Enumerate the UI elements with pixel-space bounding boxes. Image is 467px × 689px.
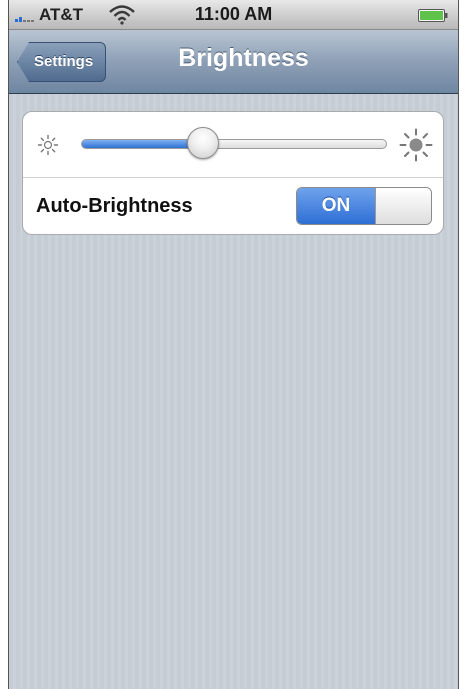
sun-small-icon [37,134,59,156]
toggle-on-label: ON [297,188,375,224]
sun-large-icon [399,128,433,162]
page-title: Brightness [178,44,309,72]
toggle-knob[interactable] [375,188,431,224]
content-area: Auto-Brightness ON [9,94,458,689]
status-bar: AT&T 11:00 AM [9,0,458,30]
status-time: 11:00 AM [194,4,273,24]
navigation-bar: Settings Brightness [9,30,458,94]
brightness-slider-fill [82,140,205,148]
auto-brightness-row: Auto-Brightness ON [23,178,443,234]
auto-brightness-toggle[interactable]: ON [296,187,432,225]
battery-icon [418,9,448,22]
brightness-settings-group: Auto-Brightness ON [22,111,444,235]
brightness-slider-track[interactable] [81,139,387,149]
brightness-slider-thumb[interactable] [187,127,220,159]
phone-screen: AT&T 11:00 AM Settings Brightness Auto-B… [8,0,459,689]
brightness-slider-row [23,112,443,178]
auto-brightness-label: Auto-Brightness [36,195,193,217]
